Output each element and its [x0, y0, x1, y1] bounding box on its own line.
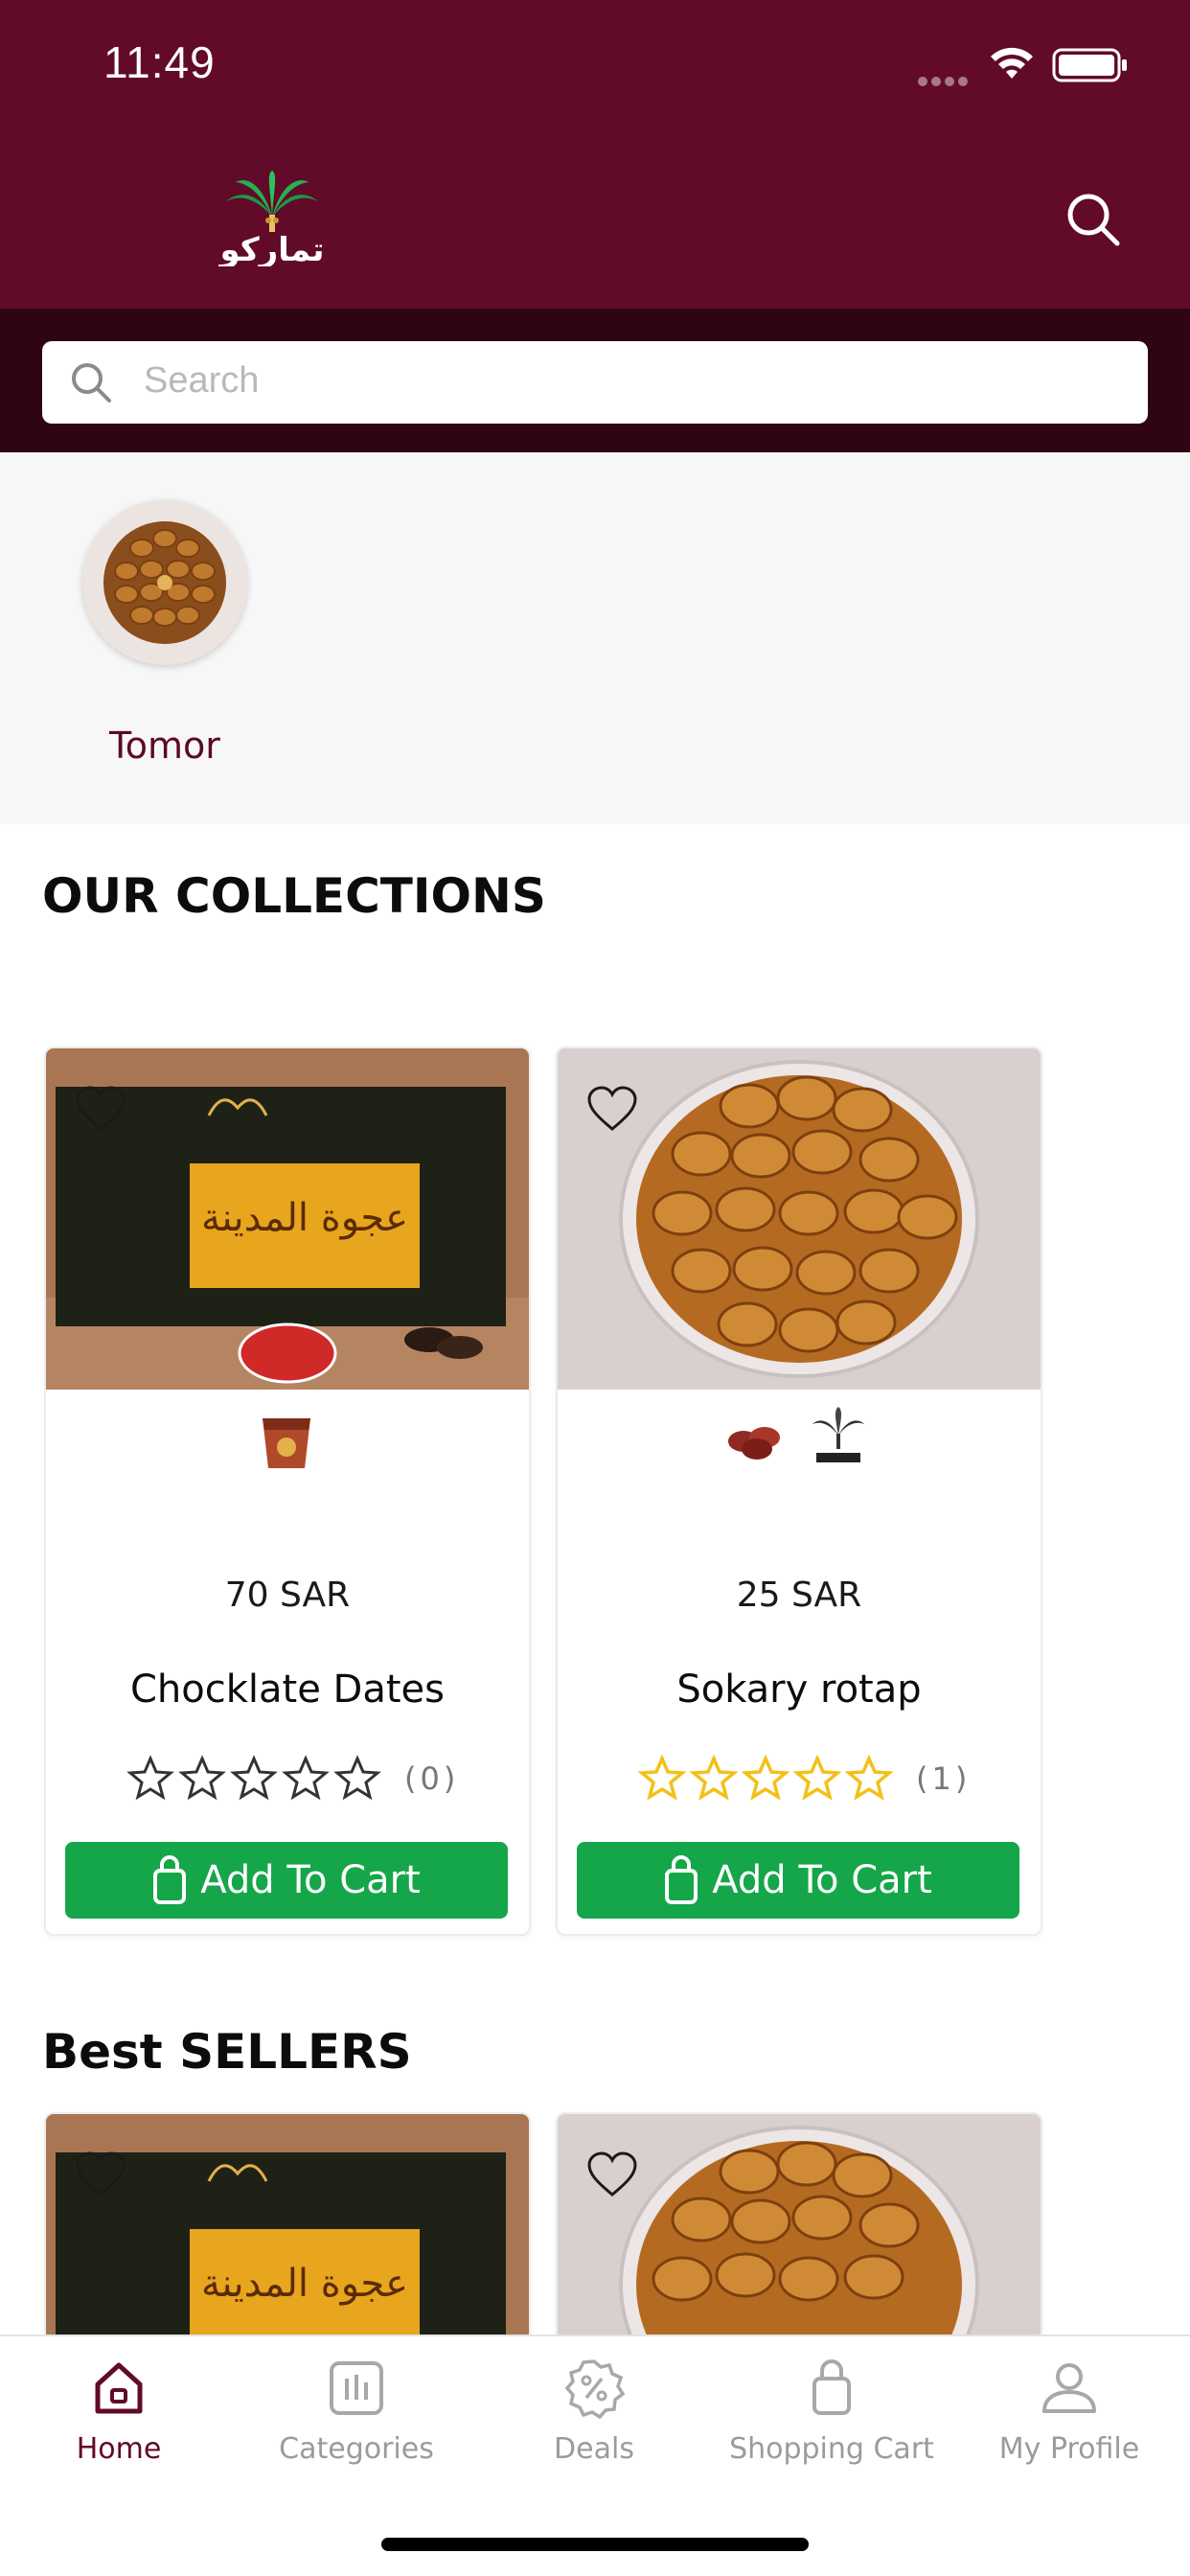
star-empty-icon	[178, 1755, 226, 1801]
product-image: عجوة المدينة	[46, 2114, 529, 2340]
best-seller-card-2[interactable]	[556, 2112, 1042, 2342]
product-price: 25 SAR	[736, 1576, 862, 1615]
app-header: 11:49 تماركو	[0, 0, 1190, 309]
add-to-cart-label: Add To Cart	[712, 1858, 932, 1902]
search-input[interactable]: Search	[42, 341, 1148, 424]
rating-count: (1)	[916, 1760, 972, 1797]
home-indicator	[381, 2538, 809, 2551]
tab-deals-label: Deals	[554, 2432, 634, 2466]
wifi-icon	[991, 47, 1033, 79]
brand-logo: تماركو	[218, 171, 325, 266]
vendor-logo	[812, 1407, 864, 1462]
tab-shopping-cart[interactable]: Shopping Cart	[729, 2358, 934, 2466]
brand-logo-text: تماركو	[218, 231, 325, 266]
product-price: 70 SAR	[224, 1576, 351, 1615]
add-to-cart-button[interactable]: Add To Cart	[577, 1842, 1019, 1919]
tab-my-profile[interactable]: My Profile	[973, 2358, 1165, 2466]
tab-home[interactable]: Home	[23, 2358, 215, 2466]
heart-icon[interactable]	[586, 1085, 638, 1133]
tab-categories-label: Categories	[279, 2432, 434, 2466]
categories-icon	[330, 2361, 383, 2415]
search-placeholder: Search	[144, 360, 260, 401]
star-outline-gold-icon	[793, 1755, 841, 1801]
star-outline-gold-icon	[845, 1755, 893, 1801]
battery-icon	[1052, 48, 1127, 82]
add-to-cart-button[interactable]: Add To Cart	[65, 1842, 508, 1919]
box-label: عجوة المدينة	[201, 2262, 408, 2306]
signal-icon	[918, 72, 972, 86]
shopping-bag-icon	[665, 1855, 698, 1904]
heart-icon[interactable]	[75, 2150, 126, 2198]
product-name: Chocklate Dates	[130, 1668, 445, 1712]
vendor-logo	[263, 1418, 310, 1468]
heart-icon[interactable]	[75, 1085, 126, 1133]
rating-stars: (0)	[126, 1754, 459, 1804]
star-empty-icon	[126, 1755, 174, 1801]
search-field-icon	[72, 363, 111, 402]
product-image	[558, 2114, 1041, 2340]
box-label: عجوة المدينة	[201, 1196, 408, 1240]
shopping-bag-icon	[153, 1855, 187, 1904]
product-name: Sokary rotap	[676, 1668, 922, 1712]
search-icon[interactable]	[1064, 190, 1123, 249]
product-card-sokary-rotap[interactable]: 25 SAR Sokary rotap (1) Add To Cart	[556, 1046, 1042, 1936]
tab-home-label: Home	[76, 2432, 162, 2466]
best-sellers-title: Best SELLERS	[42, 2024, 412, 2080]
profile-icon	[1042, 2363, 1096, 2413]
star-empty-icon	[282, 1755, 330, 1801]
rating-stars: (1)	[638, 1754, 971, 1804]
best-seller-card-1[interactable]: عجوة المدينة	[44, 2112, 531, 2342]
product-card-chocklate-dates[interactable]: عجوة المدينة 70 SAR Chocklate Dates (0) …	[44, 1046, 531, 1936]
star-outline-gold-icon	[690, 1755, 738, 1801]
deals-icon	[564, 2359, 625, 2419]
category-tomor-label[interactable]: Tomor	[109, 724, 220, 767]
rating-count: (0)	[404, 1760, 460, 1797]
heart-icon[interactable]	[586, 2150, 638, 2198]
add-to-cart-label: Add To Cart	[200, 1858, 421, 1902]
star-empty-icon	[230, 1755, 278, 1801]
tab-categories[interactable]: Categories	[261, 2358, 452, 2466]
dates-thumbnail	[728, 1427, 780, 1460]
tab-shopping-cart-label: Shopping Cart	[729, 2432, 934, 2466]
star-empty-icon	[333, 1755, 381, 1801]
status-time: 11:49	[103, 37, 216, 87]
tab-deals[interactable]: Deals	[498, 2358, 690, 2466]
star-outline-gold-icon	[742, 1755, 790, 1801]
category-tomor-image[interactable]	[82, 500, 247, 665]
collections-title: OUR COLLECTIONS	[42, 868, 546, 924]
home-icon	[95, 2362, 143, 2414]
star-outline-gold-icon	[638, 1755, 686, 1801]
cart-icon	[812, 2359, 851, 2415]
tab-my-profile-label: My Profile	[998, 2432, 1140, 2466]
